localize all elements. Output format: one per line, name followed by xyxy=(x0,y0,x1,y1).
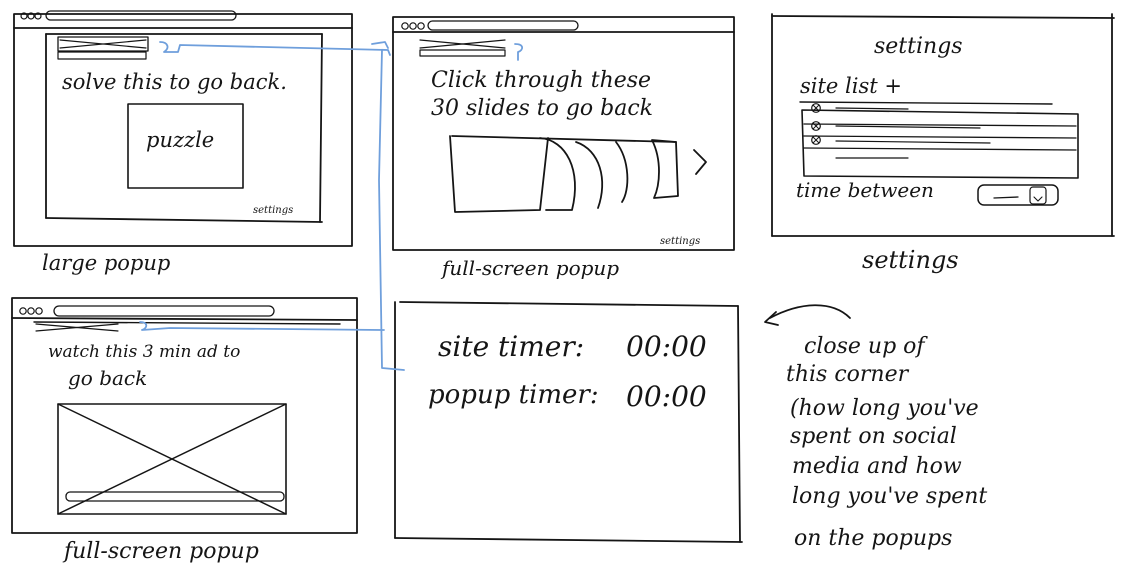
note-line: this corner xyxy=(786,362,909,387)
settings-caption: settings xyxy=(862,246,959,274)
settings-link[interactable]: settings xyxy=(253,205,293,216)
arrowhead-icon xyxy=(764,311,779,326)
slides-prompt-line1: Click through these xyxy=(431,68,652,93)
popup-timer-label: popup timer: xyxy=(428,380,599,410)
url-bar xyxy=(427,20,579,31)
browser-window-buttons xyxy=(401,22,425,30)
settings-title: settings xyxy=(874,34,963,59)
slides-popup-frame xyxy=(392,16,735,251)
note-line: spent on social xyxy=(790,424,957,449)
extension-icon-underline xyxy=(419,49,506,57)
ad-popup-caption: full-screen popup xyxy=(64,539,259,564)
note-line: close up of xyxy=(804,334,925,359)
ad-prompt-line2: go back xyxy=(68,366,148,390)
time-between-label: time between xyxy=(796,178,934,202)
slide-stack xyxy=(449,135,679,213)
url-bar xyxy=(53,305,275,317)
note-line: media and how xyxy=(792,454,962,479)
curved-arrow xyxy=(769,304,851,319)
ad-popup-frame xyxy=(11,297,358,534)
slides-popup-caption: full-screen popup xyxy=(442,256,620,280)
browser-window-buttons xyxy=(19,307,43,315)
site-list xyxy=(799,101,1079,179)
large-popup-prompt: solve this to go back. xyxy=(62,70,287,94)
site-timer-value: 00:00 xyxy=(626,330,707,363)
next-slide-arrow[interactable] xyxy=(693,149,707,175)
site-list-label[interactable]: site list + xyxy=(800,74,902,98)
popup-timer-value: 00:00 xyxy=(626,380,707,413)
note-line: (how long you've xyxy=(790,396,979,421)
ad-prompt-line1: watch this 3 min ad to xyxy=(48,342,241,362)
large-popup-caption: large popup xyxy=(42,251,171,275)
settings-link[interactable]: settings xyxy=(660,236,700,247)
slides-prompt-line2: 30 slides to go back xyxy=(431,96,653,121)
url-bar xyxy=(45,10,237,21)
extension-icon-underline xyxy=(57,51,147,60)
site-timer-label: site timer: xyxy=(438,330,585,363)
puzzle-label: puzzle xyxy=(146,128,215,152)
note-line: on the popups xyxy=(794,526,953,551)
note-line: long you've spent xyxy=(792,484,988,509)
